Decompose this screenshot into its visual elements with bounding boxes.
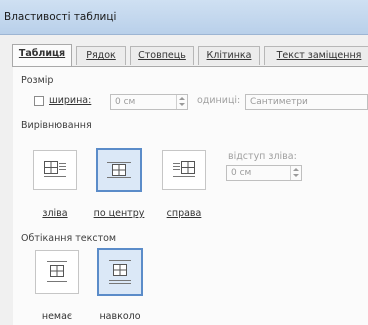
wrap-none-icon xyxy=(47,261,67,282)
width-spinner-icon[interactable] xyxy=(176,95,187,109)
align-center-label: по центру xyxy=(93,208,145,219)
indent-label: відступ зліва: xyxy=(228,151,297,162)
wrapping-section-label: Обтікання текстом xyxy=(21,233,117,244)
align-center-button[interactable] xyxy=(96,148,142,192)
title-bar: Властивості таблиці xyxy=(0,0,368,35)
units-select[interactable]: Сантиметри xyxy=(245,94,368,110)
align-center-icon xyxy=(107,162,131,178)
wrap-around-button[interactable] xyxy=(97,248,143,296)
align-left-button[interactable] xyxy=(33,150,77,190)
align-left-icon xyxy=(44,161,66,177)
width-input[interactable]: 0 см xyxy=(110,94,188,110)
tab-panel: Розмір ширина: 0 см одиниці: Сантиметри … xyxy=(13,67,368,325)
align-right-label: справа xyxy=(166,208,202,219)
width-value: 0 см xyxy=(115,97,136,107)
align-right-button[interactable] xyxy=(162,150,206,190)
width-checkbox[interactable] xyxy=(34,96,44,106)
wrap-none-label: немає xyxy=(41,311,73,322)
indent-spinner-icon[interactable] xyxy=(290,166,301,180)
tab-table[interactable]: Таблиця xyxy=(12,44,72,66)
tab-row[interactable]: Рядок xyxy=(76,46,126,65)
window-title: Властивості таблиці xyxy=(4,11,117,23)
size-section-label: Розмір xyxy=(21,75,54,86)
align-left-label: зліва xyxy=(42,208,68,219)
units-value: Сантиметри xyxy=(250,97,308,107)
width-label: ширина: xyxy=(49,95,92,106)
wrap-around-label: навколо xyxy=(99,311,141,322)
alignment-section-label: Вирівнювання xyxy=(21,120,92,131)
indent-value: 0 см xyxy=(231,168,252,178)
wrap-none-button[interactable] xyxy=(35,250,79,294)
tab-alt-text[interactable]: Текст заміщення xyxy=(264,46,368,65)
tab-column[interactable]: Стовпець xyxy=(130,46,194,65)
tab-cell[interactable]: Клітинка xyxy=(198,46,260,65)
units-label: одиниці: xyxy=(197,95,241,106)
align-right-icon xyxy=(173,161,195,177)
wrap-around-icon xyxy=(109,260,131,284)
indent-input[interactable]: 0 см xyxy=(226,165,302,181)
